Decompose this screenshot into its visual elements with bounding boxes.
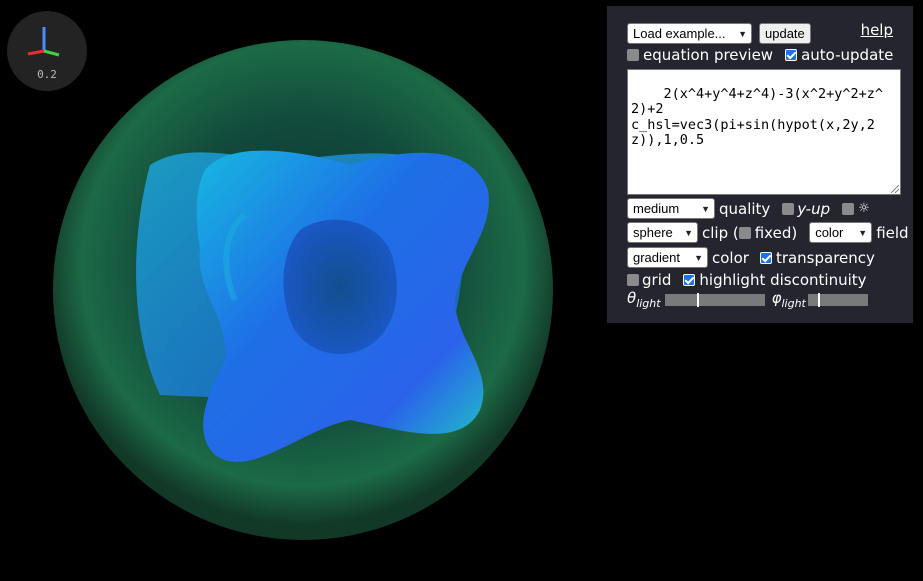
color-value: gradient: [633, 250, 680, 265]
equation-preview-label: equation preview: [643, 46, 774, 64]
equation-text: 2(x^4+y^4+z^4)-3(x^2+y^2+z^2)+2 c_hsl=ve…: [631, 85, 883, 148]
phi-light-label: φlight: [771, 289, 806, 310]
phi-light-slider[interactable]: [807, 292, 868, 307]
equation-textarea[interactable]: 2(x^4+y^4+z^4)-3(x^2+y^2+z^2)+2 c_hsl=ve…: [627, 69, 901, 195]
highlight-discontinuity-label: highlight discontinuity: [699, 271, 867, 289]
auto-update-label: auto-update: [801, 46, 894, 64]
slider-thumb[interactable]: [817, 292, 820, 307]
axes-icon: [27, 27, 60, 57]
field-label: field: [876, 223, 909, 242]
color-label: color: [712, 248, 749, 267]
3d-viewport[interactable]: [0, 0, 600, 577]
y-up-label: y-up: [797, 199, 831, 218]
transparency-label: transparency: [775, 248, 875, 267]
theta-light-slider[interactable]: [664, 292, 765, 307]
surface-render: [53, 40, 553, 540]
sun-checkbox[interactable]: [842, 202, 855, 215]
grid-label: grid: [642, 271, 672, 289]
update-button[interactable]: update: [759, 23, 811, 44]
chevron-down-icon: ▼: [694, 252, 703, 263]
quality-select[interactable]: medium ▼: [627, 198, 715, 219]
field-select[interactable]: color ▼: [809, 222, 873, 243]
field-value: color: [815, 225, 844, 240]
surface-hole: [283, 219, 398, 355]
resize-handle-icon[interactable]: [891, 185, 899, 193]
theta-light-label: θlight: [627, 289, 661, 310]
axes-orientation-widget[interactable]: 0.2: [7, 11, 87, 91]
fixed-checkbox[interactable]: [738, 226, 751, 239]
sun-icon: ☼: [858, 201, 870, 216]
equation-preview-checkbox[interactable]: [627, 49, 639, 61]
color-select[interactable]: gradient ▼: [627, 247, 708, 268]
y-up-checkbox[interactable]: [782, 202, 795, 215]
help-link[interactable]: help: [861, 21, 893, 39]
chevron-down-icon: ▼: [684, 227, 693, 238]
load-example-select[interactable]: Load example... ▼: [627, 23, 752, 44]
control-panel: Load example... ▼ update help equation p…: [607, 6, 913, 323]
quality-value: medium: [633, 201, 680, 216]
highlight-discontinuity-checkbox[interactable]: [683, 274, 696, 286]
chevron-down-icon: ▼: [738, 28, 747, 39]
chevron-down-icon: ▼: [858, 227, 868, 238]
auto-update-checkbox[interactable]: [785, 49, 798, 61]
transparency-checkbox[interactable]: [759, 251, 772, 264]
clip-select[interactable]: sphere ▼: [627, 222, 698, 243]
chevron-down-icon: ▼: [701, 203, 710, 214]
quality-label: quality: [719, 199, 771, 218]
clip-label: clip (: [702, 223, 739, 242]
clip-value: sphere: [633, 225, 673, 240]
slider-thumb[interactable]: [696, 292, 699, 307]
fixed-label: fixed): [754, 223, 798, 242]
zoom-level: 0.2: [37, 68, 57, 81]
load-example-label: Load example...: [633, 26, 726, 41]
grid-checkbox[interactable]: [627, 274, 639, 286]
